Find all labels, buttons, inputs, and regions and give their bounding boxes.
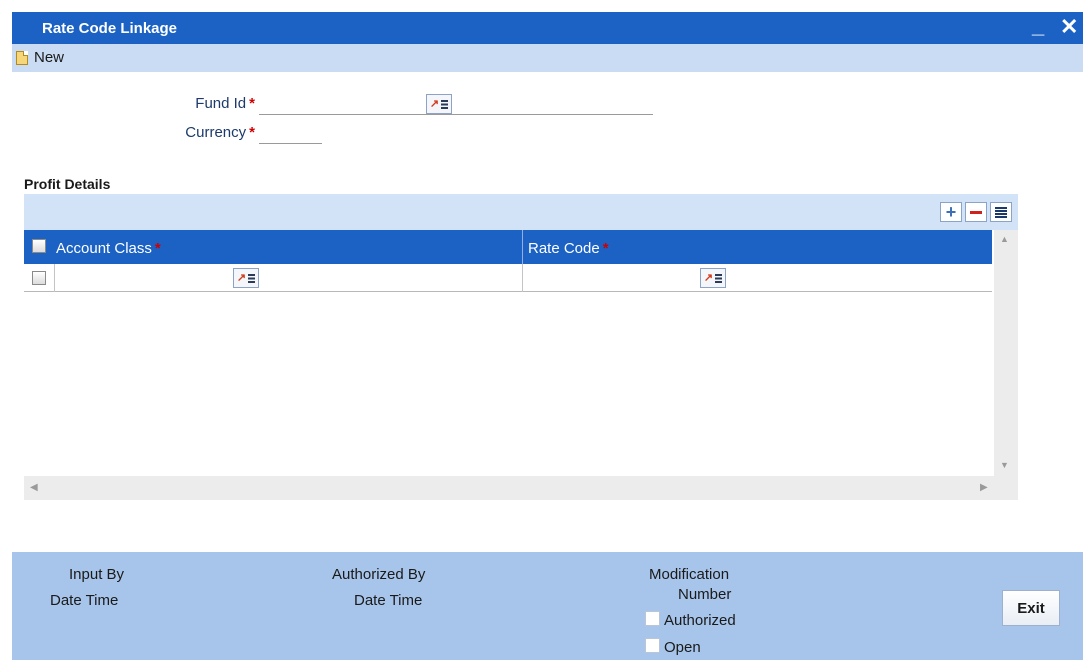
fund-id-label: Fund Id *	[150, 95, 255, 112]
authorized-label: Authorized	[664, 612, 736, 629]
account-class-input[interactable]	[56, 268, 232, 286]
open-checkbox[interactable]	[645, 638, 660, 653]
required-marker: *	[602, 240, 609, 257]
grid-header: Account Class * Rate Code *	[24, 230, 992, 264]
profit-details-grid: + Account Class * Rate Code * ↗ ↗ ▲ ▼ ◀ …	[24, 194, 1018, 500]
scroll-down-icon[interactable]: ▼	[1000, 460, 1009, 470]
add-row-button[interactable]: +	[940, 202, 962, 222]
audit-footer: Input By Date Time Authorized By Date Ti…	[12, 552, 1083, 660]
fund-id-label-text: Fund Id	[195, 95, 247, 112]
scroll-left-icon[interactable]: ◀	[30, 482, 38, 493]
table-row: ↗ ↗	[24, 264, 992, 292]
scroll-right-icon[interactable]: ▶	[980, 482, 988, 493]
vertical-scrollbar[interactable]: ▲ ▼	[994, 230, 1018, 476]
currency-input[interactable]	[259, 126, 322, 144]
cell-divider	[54, 264, 55, 292]
arrow-icon: ↗	[236, 271, 247, 284]
document-icon	[16, 50, 28, 65]
cell-divider	[522, 264, 523, 292]
rate-code-header-text: Rate Code	[528, 240, 600, 257]
new-button-label: New	[34, 49, 65, 66]
minus-icon	[970, 210, 982, 214]
new-button[interactable]: New	[16, 49, 64, 66]
arrow-icon: ↗	[429, 97, 440, 110]
list-icon	[248, 273, 256, 283]
column-divider	[522, 230, 523, 264]
horizontal-scrollbar[interactable]: ◀ ▶	[24, 476, 1018, 500]
authorized-checkbox[interactable]	[645, 611, 660, 626]
account-class-lov-button[interactable]: ↗	[233, 268, 259, 288]
window-title: Rate Code Linkage	[42, 20, 178, 37]
select-all-checkbox[interactable]	[32, 239, 46, 253]
date-time-label: Date Time	[50, 592, 119, 609]
fund-id-input[interactable]	[259, 97, 653, 115]
scroll-up-icon[interactable]: ▲	[1000, 234, 1009, 244]
delete-row-button[interactable]	[965, 202, 987, 222]
list-icon	[995, 206, 1007, 218]
arrow-icon: ↗	[703, 271, 714, 284]
list-icon	[715, 273, 723, 283]
required-marker: *	[154, 240, 161, 257]
list-icon	[441, 99, 449, 109]
column-header-rate-code: Rate Code *	[528, 240, 609, 257]
rate-code-lov-button[interactable]: ↗	[700, 268, 726, 288]
modification-label: Modification	[649, 566, 730, 583]
currency-label: Currency *	[150, 124, 255, 141]
currency-label-text: Currency	[185, 124, 247, 141]
column-header-account-class: Account Class *	[56, 240, 161, 257]
profit-details-title: Profit Details	[24, 176, 111, 192]
window-titlebar: Rate Code Linkage _ ✕	[12, 12, 1083, 44]
open-label: Open	[664, 639, 701, 656]
input-by-label: Input By	[69, 566, 125, 583]
minimize-icon[interactable]: _	[1032, 13, 1044, 39]
view-rows-button[interactable]	[990, 202, 1012, 222]
close-icon[interactable]: ✕	[1060, 14, 1078, 40]
grid-toolbar: +	[940, 202, 1012, 222]
row-select-checkbox[interactable]	[32, 271, 46, 285]
required-marker: *	[249, 124, 255, 141]
rate-code-input[interactable]	[526, 268, 698, 286]
date-time-label-2: Date Time	[354, 592, 423, 609]
toolbar: New	[12, 44, 1083, 72]
account-class-header-text: Account Class	[56, 240, 152, 257]
required-marker: *	[249, 95, 255, 112]
exit-button[interactable]: Exit	[1002, 590, 1060, 626]
number-label: Number	[678, 586, 732, 603]
grid-body: Account Class * Rate Code * ↗ ↗	[24, 230, 994, 476]
authorized-by-label: Authorized By	[332, 566, 426, 583]
fund-id-lov-button[interactable]: ↗	[426, 94, 452, 114]
